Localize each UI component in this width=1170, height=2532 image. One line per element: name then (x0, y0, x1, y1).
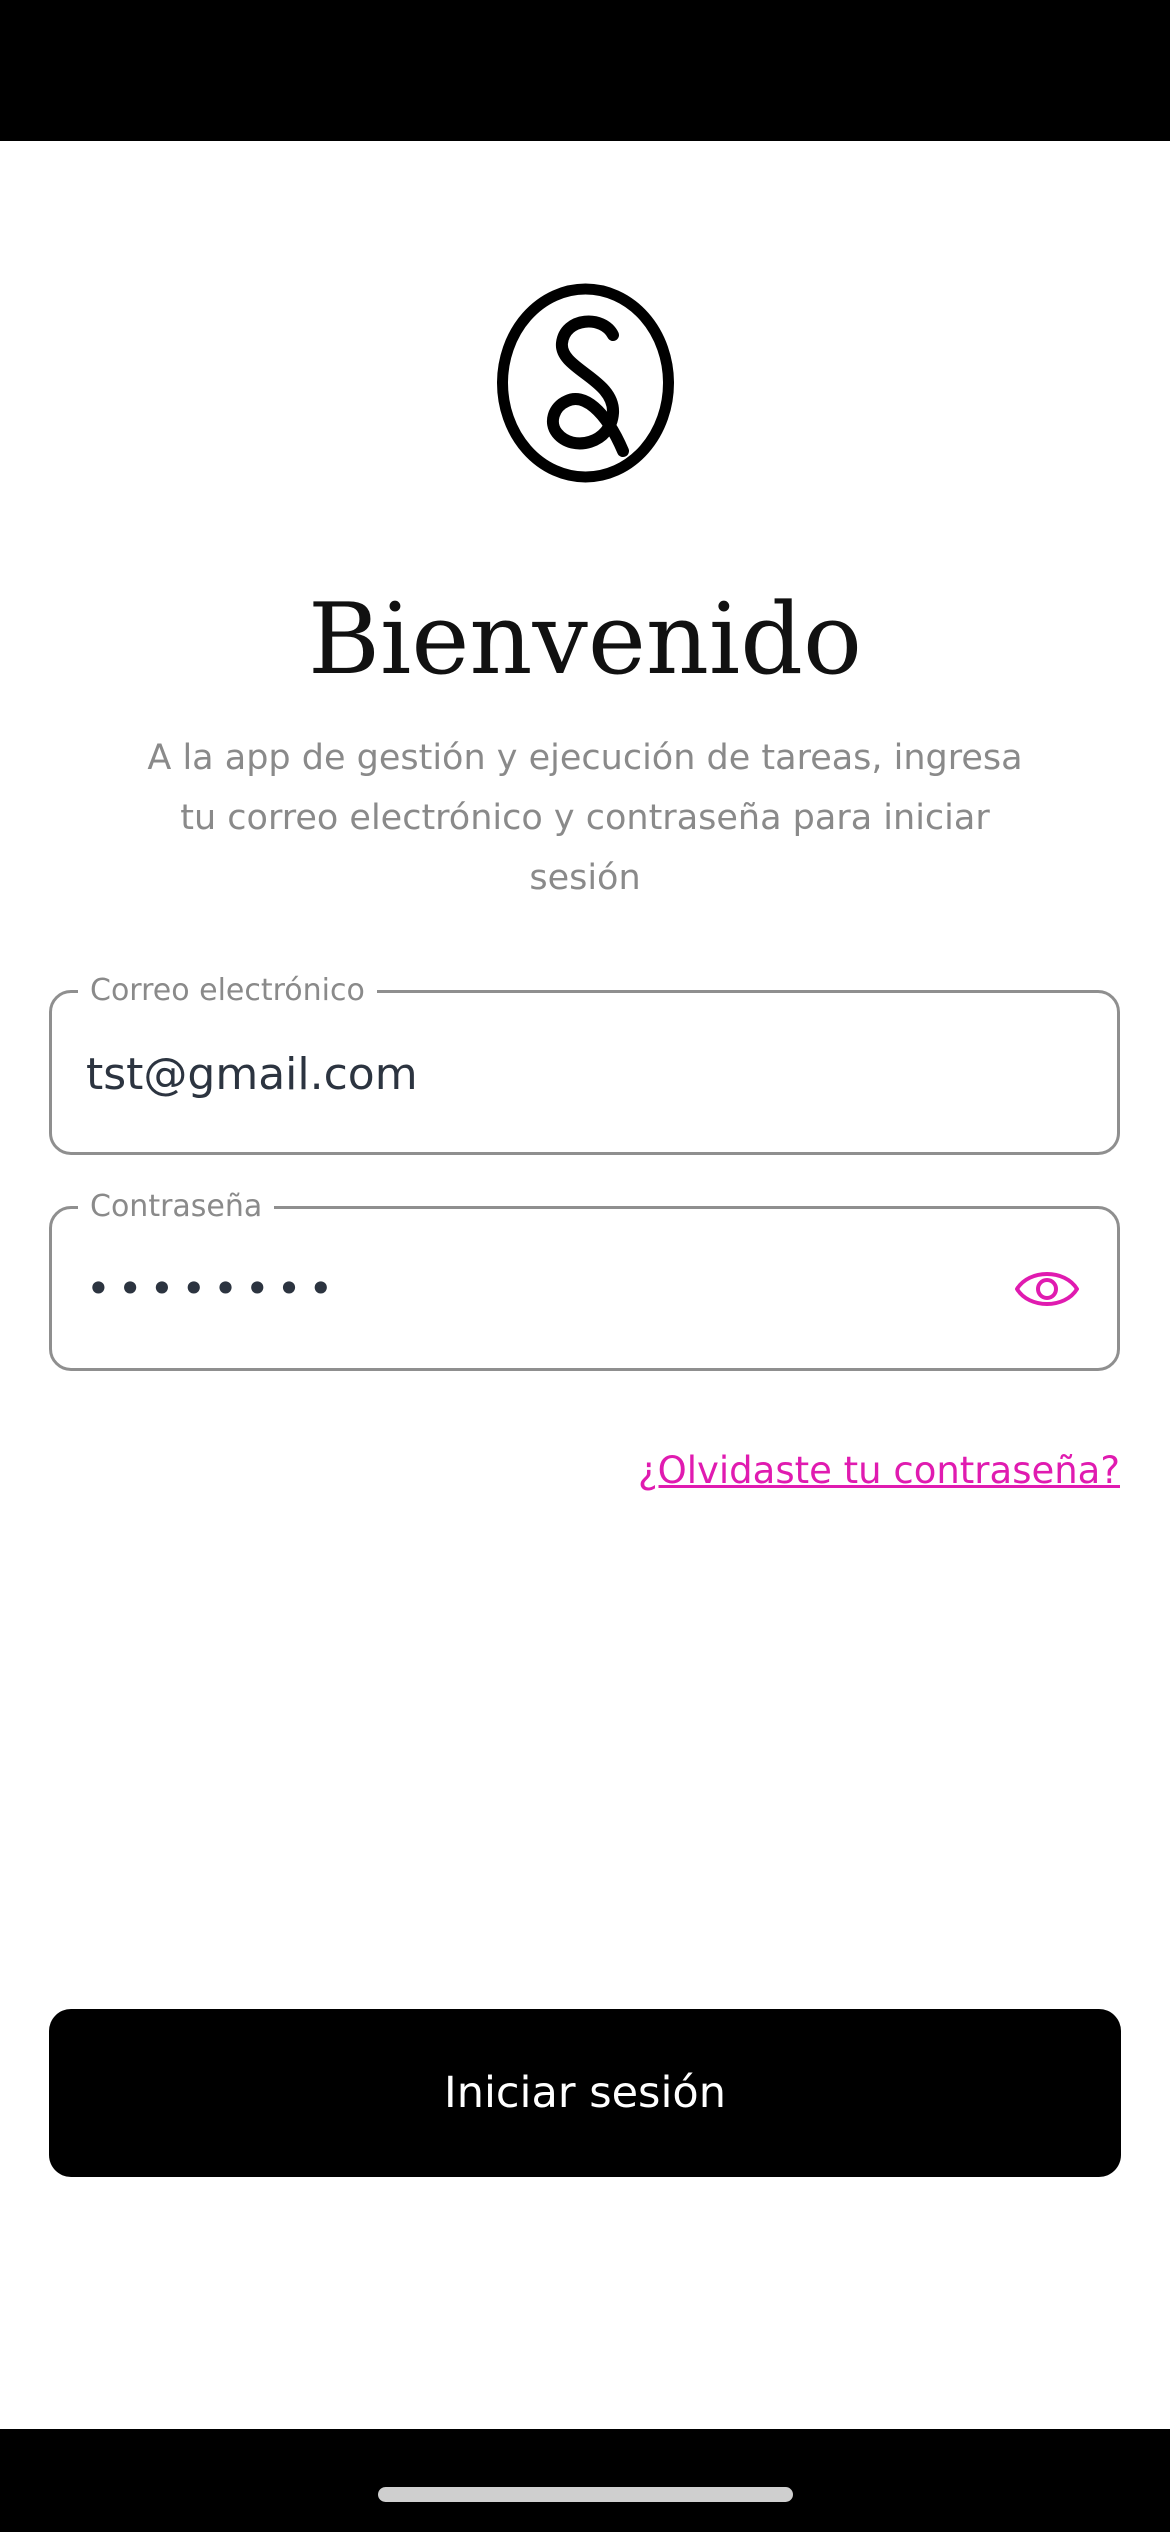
email-input[interactable]: tst@gmail.com (86, 1045, 418, 1105)
home-indicator[interactable] (378, 2487, 793, 2502)
password-input[interactable]: •••••••• (86, 1259, 340, 1319)
email-field[interactable]: Correo electrónico tst@gmail.com (49, 971, 1120, 1155)
brand-logo-icon (495, 283, 676, 483)
page-subtitle: A la app de gestión y ejecución de tarea… (147, 738, 1023, 898)
login-button[interactable]: Iniciar sesión (49, 2009, 1121, 2177)
forgot-password-link[interactable]: ¿Olvidaste tu contraseña? (638, 1443, 1120, 1499)
page-title: Bienvenido (307, 583, 863, 697)
status-bar (0, 0, 1170, 141)
password-field[interactable]: Contraseña •••••••• (49, 1187, 1120, 1371)
email-field-label: Correo electrónico (78, 971, 377, 1011)
bottom-bar (0, 2429, 1170, 2532)
eye-icon[interactable] (1013, 1259, 1081, 1319)
password-field-label: Contraseña (78, 1187, 275, 1227)
